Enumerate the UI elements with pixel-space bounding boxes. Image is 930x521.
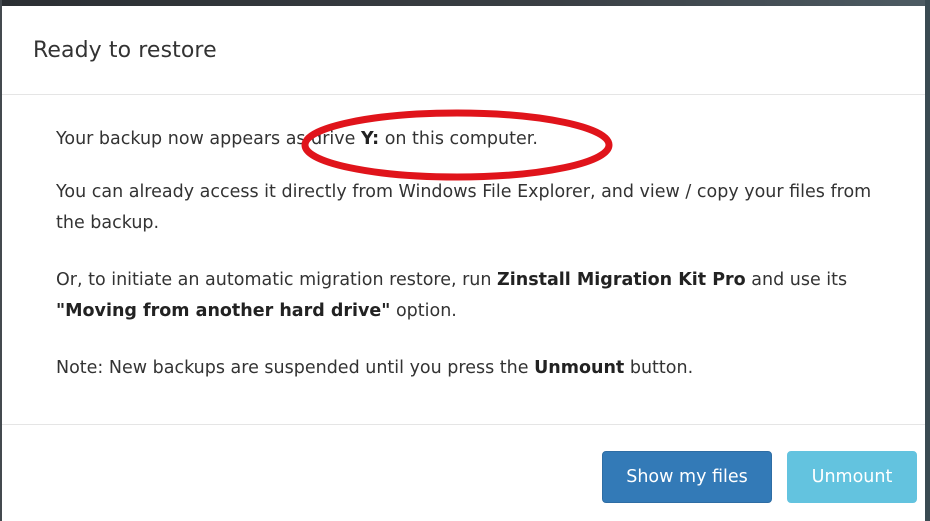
migration-post: option.	[390, 301, 457, 321]
dialog-header: Ready to restore	[2, 6, 925, 95]
dialog-footer: Show my files Unmount	[2, 425, 925, 521]
page-backdrop-right	[925, 0, 930, 521]
show-my-files-button[interactable]: Show my files	[602, 451, 772, 503]
migration-mid: and use its	[745, 270, 848, 290]
note-pre: Note: New backups are suspended until yo…	[56, 358, 535, 378]
restore-dialog: Ready to restore Your backup now appears…	[2, 6, 925, 521]
migration-option-name: "Moving from another hard drive"	[56, 301, 391, 321]
dialog-body: Your backup now appears as drive Y: on t…	[2, 95, 925, 425]
note-unmount-ref: Unmount	[534, 358, 625, 378]
migration-instructions-text: Or, to initiate an automatic migration r…	[56, 265, 897, 327]
screenshot-root: Ready to restore Your backup now appears…	[0, 0, 930, 521]
migration-pre: Or, to initiate an automatic migration r…	[56, 270, 498, 290]
note-post: button.	[624, 358, 694, 378]
product-name: Zinstall Migration Kit Pro	[497, 270, 746, 290]
suspended-note-text: Note: New backups are suspended until yo…	[56, 353, 897, 384]
unmount-button[interactable]: Unmount	[787, 451, 917, 503]
dialog-title: Ready to restore	[33, 37, 217, 63]
red-annotation-ellipse	[301, 109, 613, 181]
explorer-access-text: You can already access it directly from …	[56, 182, 872, 233]
